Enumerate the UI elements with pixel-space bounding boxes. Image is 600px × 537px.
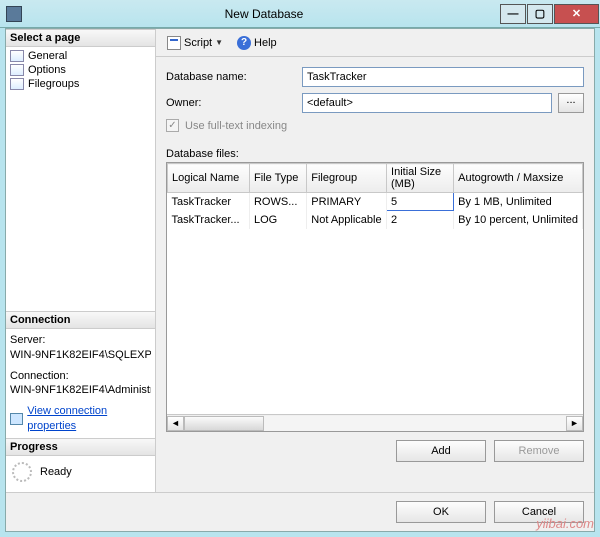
database-files-label: Database files:: [166, 148, 584, 160]
maximize-button[interactable]: ▢: [527, 4, 553, 24]
cell[interactable]: ROWS...: [249, 193, 306, 211]
progress-state: Ready: [40, 466, 72, 478]
page-label: Options: [28, 64, 66, 76]
left-panel: Select a page General Options Filegroups…: [6, 29, 156, 492]
properties-icon: [10, 413, 23, 425]
col-initial-size[interactable]: Initial Size (MB): [387, 164, 454, 193]
owner-label: Owner:: [166, 97, 296, 109]
ok-button[interactable]: OK: [396, 501, 486, 523]
scroll-right-button[interactable]: ►: [566, 416, 583, 431]
cell[interactable]: LOG: [249, 211, 306, 229]
cell[interactable]: By 1 MB, Unlimited: [454, 193, 583, 211]
database-files-grid[interactable]: Logical Name File Type Filegroup Initial…: [166, 162, 584, 432]
minimize-button[interactable]: —: [500, 4, 526, 24]
add-button[interactable]: Add: [396, 440, 486, 462]
owner-input[interactable]: [302, 93, 552, 113]
cell[interactable]: PRIMARY: [307, 193, 387, 211]
window-title: New Database: [28, 7, 500, 21]
server-value: WIN-9NF1K82EIF4\SQLEXPRES: [10, 348, 151, 363]
remove-button[interactable]: Remove: [494, 440, 584, 462]
cell[interactable]: Not Applicable: [307, 211, 387, 229]
table-row[interactable]: TaskTrackerROWS...PRIMARY5By 1 MB, Unlim…: [168, 193, 583, 211]
toolbar: Script ▼ ? Help: [156, 29, 594, 57]
page-icon: [10, 64, 24, 76]
page-item-filegroups[interactable]: Filegroups: [8, 77, 153, 91]
cell[interactable]: 2: [387, 211, 454, 229]
connection-value: WIN-9NF1K82EIF4\Administrator: [10, 383, 151, 398]
view-connection-properties-link[interactable]: View connection properties: [27, 404, 151, 434]
progress-spinner-icon: [12, 462, 32, 482]
close-button[interactable]: ✕: [554, 4, 599, 24]
col-file-type[interactable]: File Type: [249, 164, 306, 193]
scroll-left-button[interactable]: ◄: [167, 416, 184, 431]
page-icon: [10, 50, 24, 62]
script-label: Script: [184, 37, 212, 49]
server-label: Server:: [10, 333, 151, 348]
cell[interactable]: TaskTracker: [168, 193, 250, 211]
progress-header: Progress: [6, 438, 155, 456]
right-panel: Script ▼ ? Help Database name: Owner: ..…: [156, 29, 594, 492]
fulltext-checkbox: ✓: [166, 119, 179, 132]
app-icon: [6, 6, 22, 22]
connection-header: Connection: [6, 311, 155, 329]
script-icon: [167, 36, 181, 50]
connection-label: Connection:: [10, 369, 151, 384]
cancel-button[interactable]: Cancel: [494, 501, 584, 523]
horizontal-scrollbar[interactable]: ◄ ►: [167, 414, 583, 431]
page-label: General: [28, 50, 67, 62]
page-item-general[interactable]: General: [8, 49, 153, 63]
col-filegroup[interactable]: Filegroup: [307, 164, 387, 193]
select-page-header: Select a page: [6, 29, 155, 47]
fulltext-label: Use full-text indexing: [185, 120, 287, 132]
page-icon: [10, 78, 24, 90]
cell[interactable]: By 10 percent, Unlimited: [454, 211, 583, 229]
cell[interactable]: 5: [387, 193, 454, 211]
page-item-options[interactable]: Options: [8, 63, 153, 77]
scroll-thumb[interactable]: [184, 416, 264, 431]
cell[interactable]: TaskTracker...: [168, 211, 250, 229]
title-bar: New Database — ▢ ✕: [0, 0, 600, 28]
dialog-footer: OK Cancel: [6, 492, 594, 531]
database-name-input[interactable]: [302, 67, 584, 87]
dropdown-icon: ▼: [215, 38, 223, 47]
owner-browse-button[interactable]: ...: [558, 93, 584, 113]
help-button[interactable]: ? Help: [232, 33, 282, 53]
script-button[interactable]: Script ▼: [162, 33, 228, 53]
col-autogrowth[interactable]: Autogrowth / Maxsize: [454, 164, 583, 193]
help-label: Help: [254, 37, 277, 49]
page-label: Filegroups: [28, 78, 79, 90]
database-name-label: Database name:: [166, 71, 296, 83]
col-logical-name[interactable]: Logical Name: [168, 164, 250, 193]
table-row[interactable]: TaskTracker...LOGNot Applicable2By 10 pe…: [168, 211, 583, 229]
help-icon: ?: [237, 36, 251, 50]
